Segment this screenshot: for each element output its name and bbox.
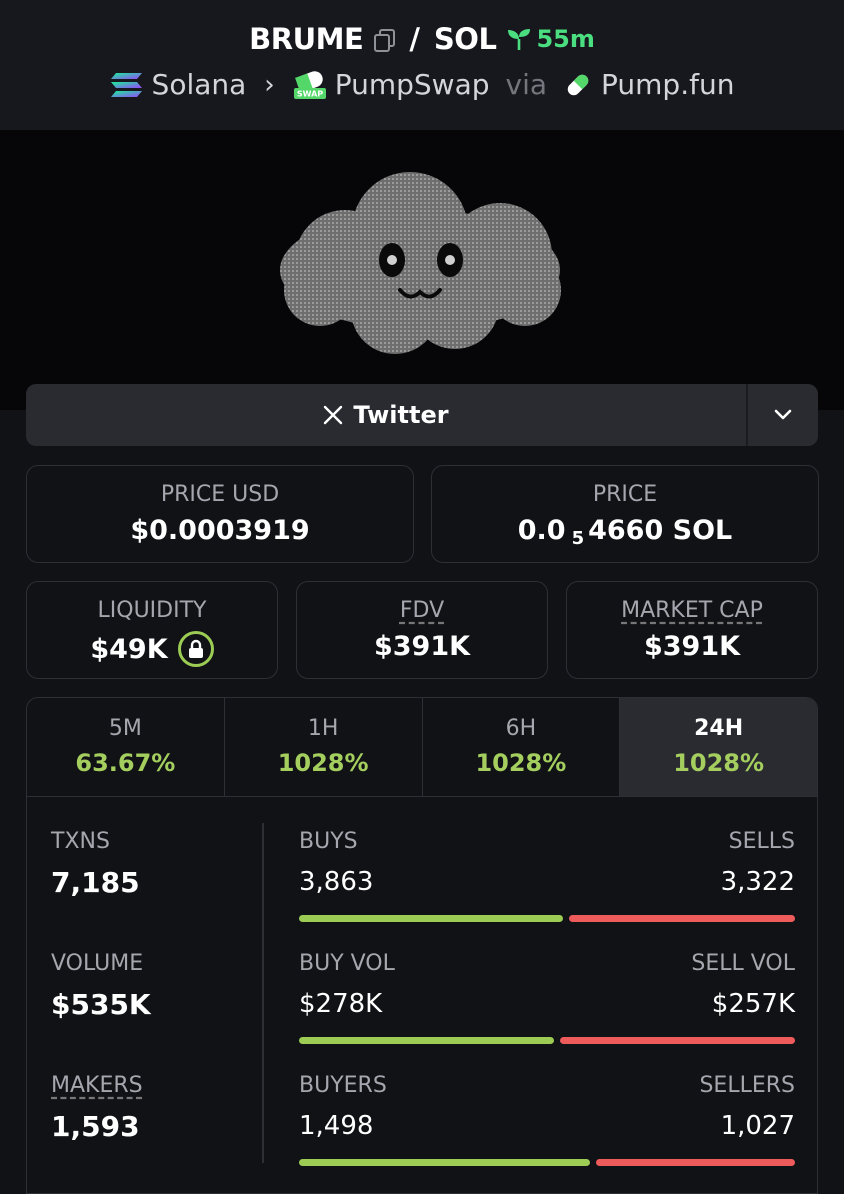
tab-24h[interactable]: 24H 1028% <box>620 698 817 796</box>
price-native-label: PRICE <box>592 482 658 507</box>
pill-icon <box>567 74 589 95</box>
price-native-suffix: 4660 SOL <box>588 515 733 546</box>
makers-label[interactable]: MAKERS <box>51 1073 143 1098</box>
buyers-sellers-row: BUYERS SELLERS 1,498 1,027 <box>299 1073 795 1173</box>
chevron-right-icon: › <box>264 69 275 100</box>
tab-label: 5M <box>108 716 142 741</box>
breadcrumb: Solana › SWAP PumpSwap via Pump.fun <box>0 68 844 101</box>
liquidity-label: LIQUIDITY <box>97 598 207 623</box>
price-native-card: PRICE 0.0 5 4660 SOL <box>431 465 819 563</box>
dex-link[interactable]: PumpSwap <box>335 68 490 101</box>
price-native-zero-count: 5 <box>571 528 585 549</box>
stats-divider <box>262 823 264 1163</box>
sell-bar-fill <box>596 1159 795 1166</box>
tab-6h[interactable]: 6H 1028% <box>423 698 621 796</box>
buy-sell-volume-row: BUY VOL SELL VOL $278K $257K <box>299 951 795 1051</box>
chevron-down-icon <box>774 409 792 420</box>
market-cap-value: $391K <box>643 631 741 662</box>
x-logo-icon <box>324 405 343 425</box>
pair-title-row: BRUME / SOL 55m <box>0 22 844 56</box>
socials-dropdown-button[interactable] <box>748 384 818 446</box>
pumpswap-icon-text: SWAP <box>297 89 323 98</box>
buyers-label: BUYERS <box>299 1073 387 1098</box>
market-cap-label[interactable]: MARKET CAP <box>567 598 817 623</box>
price-native-prefix: 0.0 <box>517 515 566 546</box>
lock-icon[interactable] <box>177 631 214 667</box>
socials-bar: Twitter <box>26 384 818 446</box>
tab-label: 24H <box>694 716 744 741</box>
volume-value: $535K <box>51 988 151 1021</box>
buys-sells-bar <box>299 915 795 922</box>
buy-vol-value: $278K <box>299 989 383 1019</box>
sells-value: 3,322 <box>720 867 795 897</box>
buyers-value: 1,498 <box>299 1111 374 1141</box>
price-usd-value: $0.0003919 <box>130 515 310 546</box>
buyers-sellers-bar <box>299 1159 795 1166</box>
sprout-icon <box>508 29 531 50</box>
sellers-label: SELLERS <box>699 1073 795 1098</box>
buys-sells-row: BUYS SELLS 3,863 3,322 <box>299 829 795 929</box>
chain-link[interactable]: Solana <box>152 68 247 101</box>
token-symbol: BRUME <box>249 22 364 56</box>
price-change-value: 1028% <box>475 749 567 777</box>
sell-bar-fill <box>569 915 795 922</box>
token-banner <box>0 130 844 410</box>
liquidity-value-row: $49K <box>27 631 277 667</box>
fdv-card: FDV $391K <box>296 581 548 679</box>
fdv-label[interactable]: FDV <box>297 598 547 623</box>
market-cap-card: MARKET CAP $391K <box>566 581 818 679</box>
txns-value: 7,185 <box>51 866 140 899</box>
copy-icon[interactable] <box>373 28 396 52</box>
solana-icon <box>110 72 142 97</box>
buy-vol-label: BUY VOL <box>299 951 395 976</box>
cloud-mascot-image <box>280 172 561 354</box>
via-text: via <box>505 68 548 101</box>
txns-label: TXNS <box>51 829 110 854</box>
tab-1h[interactable]: 1H 1028% <box>225 698 423 796</box>
liquidity-card: LIQUIDITY $49K <box>26 581 278 679</box>
buy-bar-fill <box>299 1159 590 1166</box>
price-usd-label: PRICE USD <box>160 482 280 507</box>
liquidity-value: $49K <box>90 633 168 665</box>
makers-value: 1,593 <box>51 1110 140 1143</box>
pair-separator: / <box>409 22 420 56</box>
price-change-value: 63.67% <box>75 749 176 777</box>
price-usd-card: PRICE USD $0.0003919 <box>26 465 414 563</box>
tab-5m[interactable]: 5M 63.67% <box>27 698 225 796</box>
sell-bar-fill <box>560 1037 795 1044</box>
volume-label: VOLUME <box>51 951 144 976</box>
tab-label: 6H <box>505 716 537 741</box>
launchpad-link[interactable]: Pump.fun <box>601 68 734 101</box>
twitter-label: Twitter <box>353 401 449 429</box>
sell-vol-label: SELL VOL <box>691 951 795 976</box>
quote-symbol: SOL <box>433 22 497 56</box>
pumpswap-icon: SWAP <box>293 70 326 99</box>
fdv-value: $391K <box>373 631 471 662</box>
pair-age-badge: 55m <box>506 25 595 53</box>
makers-stat: MAKERS 1,593 <box>51 1073 143 1143</box>
buy-sell-volume-bar <box>299 1037 795 1044</box>
volume-stat: VOLUME $535K <box>51 951 151 1021</box>
trade-stats-panel: TXNS 7,185 VOLUME $535K MAKERS 1,593 BUY… <box>26 797 818 1194</box>
pair-header: BRUME / SOL 55m Solana › SWAP PumpSwap v… <box>0 0 844 130</box>
sell-vol-value: $257K <box>711 989 795 1019</box>
buys-value: 3,863 <box>299 867 374 897</box>
txns-stat: TXNS 7,185 <box>51 829 140 899</box>
period-tabs: 5M 63.67% 1H 1028% 6H 1028% 24H 1028% <box>26 697 818 797</box>
price-change-value: 1028% <box>673 749 765 777</box>
buys-label: BUYS <box>299 829 358 854</box>
buy-bar-fill <box>299 915 563 922</box>
tab-label: 1H <box>307 716 339 741</box>
sells-label: SELLS <box>728 829 795 854</box>
price-native-value: 0.0 5 4660 SOL <box>432 515 818 549</box>
price-change-value: 1028% <box>277 749 369 777</box>
pair-age: 55m <box>536 25 595 53</box>
sellers-value: 1,027 <box>720 1111 795 1141</box>
buy-bar-fill <box>299 1037 554 1044</box>
twitter-button[interactable]: Twitter <box>26 384 746 446</box>
